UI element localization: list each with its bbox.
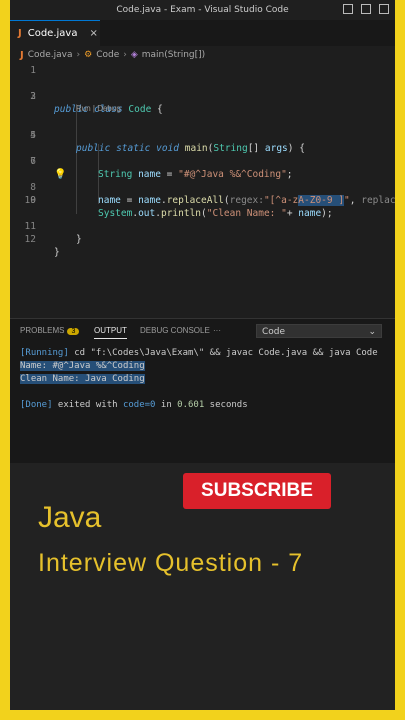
tab-debug-console[interactable]: DEBUG CONSOLE [140, 326, 210, 335]
layout-controls [343, 4, 389, 14]
code-line: 10 [10, 194, 395, 207]
line-number: 3 [30, 91, 36, 102]
codelens-run-debug[interactable]: Run | Debug [76, 104, 121, 113]
chevron-right-icon: › [76, 50, 81, 60]
output-line: Clean Name: Java Coding [20, 374, 145, 384]
lightbulb-icon[interactable]: 💡 [54, 169, 66, 180]
code-line: 4 public static void main(String[] args)… [10, 116, 395, 154]
promo-area: SUBSCRIBE Java Interview Question - 7 [10, 463, 395, 710]
breadcrumb-method[interactable]: main(String[]) [142, 50, 205, 60]
output-log: [Running] cd "f:\Codes\Java\Exam\" && ja… [20, 347, 378, 412]
class-icon: ⚙ [84, 50, 93, 60]
code-line: 3 [10, 90, 395, 103]
code-line: 12 } [10, 220, 395, 258]
title-bar: Code.java - Exam - Visual Studio Code [10, 0, 395, 20]
promo-title: Java [38, 501, 102, 534]
editor-tab-bar: J Code.java × [10, 20, 395, 46]
code-line: 6 String name = "#@^Java %&^Coding"; [10, 142, 395, 180]
toggle-sidebar-icon[interactable] [343, 4, 353, 14]
chevron-right-icon: › [123, 50, 127, 60]
code-line: 1 [10, 64, 395, 77]
java-file-icon: J [20, 49, 24, 61]
output-channel-value: Code [262, 327, 286, 337]
code-line: 2 public class Code { [10, 77, 395, 115]
problems-count-badge: 3 [67, 328, 80, 335]
output-channel-select[interactable]: Code ⌄ [256, 324, 382, 338]
tab-code-java[interactable]: J Code.java × [10, 20, 100, 46]
chevron-down-icon: ⌄ [368, 327, 376, 337]
code-line: 11 } [10, 207, 395, 245]
vscode-window: Code.java - Exam - Visual Studio Code J … [10, 0, 395, 710]
toggle-secondary-sidebar-icon[interactable] [379, 4, 389, 14]
breadcrumb-class[interactable]: Code [96, 50, 119, 60]
code-line: 7 [10, 155, 395, 168]
breadcrumb: J Code.java › ⚙ Code › ◈ main(String[]) [10, 46, 395, 64]
close-icon[interactable]: × [89, 28, 97, 39]
bottom-panel: PROBLEMS 3 OUTPUT DEBUG CONSOLE ··· Code … [10, 318, 395, 464]
code-text: } [54, 247, 60, 258]
breadcrumb-file[interactable]: Code.java [28, 50, 73, 60]
promo-subtitle: Interview Question - 7 [38, 549, 304, 577]
code-editor[interactable]: 1 2 public class Code { 3 Run | Debug 4 … [10, 64, 395, 314]
output-line: Name: #@^Java %&^Coding [20, 361, 145, 371]
code-text: } [76, 234, 82, 245]
toggle-panel-icon[interactable] [361, 4, 371, 14]
tab-output[interactable]: OUTPUT [94, 326, 127, 339]
method-icon: ◈ [130, 50, 138, 60]
tab-problems[interactable]: PROBLEMS 3 [20, 326, 80, 335]
more-tabs-icon[interactable]: ··· [213, 326, 221, 335]
window-title: Code.java - Exam - Visual Studio Code [116, 5, 289, 15]
output-line: [Done] exited with code=0 in 0.601 secon… [20, 400, 248, 410]
code-line: 8 name = name.replaceAll(regex:"[^a-zA-Z… [10, 168, 395, 206]
output-line: [Running] cd "f:\Codes\Java\Exam\" && ja… [20, 348, 378, 358]
code-line: 9 System.out.println("Clean Name: "+ nam… [10, 181, 395, 219]
line-number: 7 [30, 156, 36, 167]
line-number: 1 [30, 65, 36, 76]
code-line: 5 [10, 129, 395, 142]
line-number: 12 [24, 234, 36, 245]
tab-label: Code.java [27, 28, 78, 39]
line-number: 5 [30, 130, 36, 141]
subscribe-button[interactable]: SUBSCRIBE [183, 473, 331, 509]
line-number: 10 [24, 195, 36, 206]
java-file-icon: J [18, 28, 22, 39]
